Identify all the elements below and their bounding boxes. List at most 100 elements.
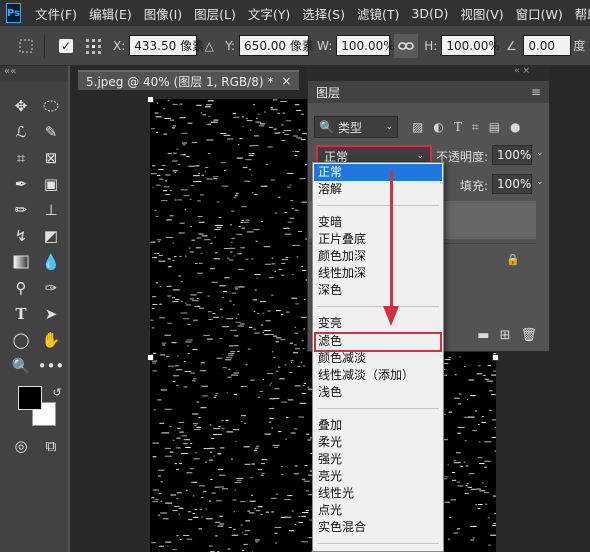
screen-mode-icon[interactable]: ⧉	[38, 434, 64, 458]
blend-option-lighter-color[interactable]: 浅色	[314, 384, 442, 401]
blend-option-overlay[interactable]: 叠加	[314, 417, 442, 434]
gradient-tool-icon[interactable]	[8, 250, 34, 274]
blend-option-multiply[interactable]: 正片叠底	[314, 231, 442, 248]
search-icon: 🔍	[319, 120, 334, 134]
more-tools-icon[interactable]: •••	[38, 354, 65, 378]
brush-tool-icon[interactable]: ✏	[8, 198, 34, 222]
filter-shape-icon[interactable]: ⌗	[472, 120, 479, 135]
foreground-color-swatch[interactable]	[18, 386, 42, 410]
angle-icon: ∠	[505, 38, 517, 53]
tools-panel: ✥ ℒ ✎ ⌗ ⊠ ✒ ▣ ✏ ⊥ ↯ ◩ 💧 ⚲ ✑ T ➤ ◯ ✋ 🔍 ••…	[0, 82, 68, 552]
blend-option-darken[interactable]: 变暗	[314, 214, 442, 231]
transform-handle-top-left[interactable]	[147, 96, 154, 103]
menu-view[interactable]: 视图(V)	[454, 4, 509, 23]
menu-3d[interactable]: 3D(D)	[405, 6, 454, 21]
blend-option-color-dodge[interactable]: 颜色减淡	[314, 350, 442, 367]
blend-option-soft-light[interactable]: 柔光	[314, 434, 442, 451]
blend-option-normal[interactable]: 正常	[314, 164, 442, 181]
ps-logo: Ps	[6, 3, 22, 23]
reference-point-grid-icon[interactable]	[81, 34, 105, 58]
eyedropper-tool-icon[interactable]: ✒	[8, 172, 34, 196]
blend-option-linear-burn[interactable]: 线性加深	[314, 265, 442, 282]
crop-tool-icon[interactable]: ⌗	[8, 146, 34, 170]
menu-image[interactable]: 图像(I)	[138, 4, 188, 23]
hand-tool-icon[interactable]: ✋	[38, 328, 64, 352]
menu-file[interactable]: 文件(F)	[29, 4, 83, 23]
blend-option-hard-mix[interactable]: 实色混合	[314, 519, 442, 536]
fill-chevron-icon[interactable]: ⌄	[536, 177, 544, 187]
fill-field[interactable]: 100%	[492, 174, 532, 194]
blur-tool-icon[interactable]: 💧	[38, 250, 64, 274]
transform-handle-middle-left[interactable]	[147, 354, 154, 361]
opacity-chevron-icon[interactable]: ⌄	[536, 148, 544, 158]
menu-layer[interactable]: 图层(L)	[188, 4, 242, 23]
menu-separator	[317, 306, 439, 307]
blend-option-vivid-light[interactable]: 亮光	[314, 468, 442, 485]
toolbar-collapse[interactable]: ««	[0, 66, 68, 82]
history-brush-tool-icon[interactable]: ↯	[8, 224, 34, 248]
zoom-tool-icon[interactable]: 🔍	[8, 354, 34, 378]
marquee-tool-icon[interactable]	[38, 94, 64, 118]
filter-adjust-icon[interactable]: ◐	[433, 120, 443, 134]
divider	[44, 33, 45, 58]
blend-option-linear-light[interactable]: 线性光	[314, 485, 442, 502]
opacity-field[interactable]: 100%	[492, 145, 532, 165]
lasso-tool-icon[interactable]: ℒ	[8, 120, 34, 144]
filter-type-icon[interactable]: T	[454, 120, 462, 134]
panel-strip[interactable]: « ×	[307, 66, 550, 80]
quick-select-tool-icon[interactable]: ✎	[38, 120, 64, 144]
menu-filter[interactable]: 滤镜(T)	[351, 4, 405, 23]
ellipse-tool-icon[interactable]: ◯	[8, 328, 34, 352]
link-icon[interactable]	[394, 33, 419, 58]
heal-tool-icon[interactable]: ▣	[38, 172, 64, 196]
x-field[interactable]: 433.50 像素	[129, 35, 204, 56]
blend-option-lighten[interactable]: 变亮	[314, 315, 442, 332]
eraser-tool-icon[interactable]: ◩	[38, 224, 64, 248]
move-tool-icon[interactable]: ✥	[8, 94, 34, 118]
quick-mask-icon[interactable]: ◎	[8, 434, 34, 458]
document-tab[interactable]: 5.jpeg @ 40% (图层 1, RGB/8) * ×	[78, 70, 300, 90]
delete-layer-icon[interactable]: 🗑	[520, 328, 537, 343]
menu-help[interactable]: 帮助	[569, 4, 590, 23]
stamp-tool-icon[interactable]: ⊥	[38, 198, 64, 222]
menu-separator	[317, 205, 439, 206]
blend-option-dissolve[interactable]: 溶解	[314, 181, 442, 198]
angle-field[interactable]: 0.00	[523, 35, 572, 56]
transform-tool-icon[interactable]	[14, 34, 38, 58]
path-select-tool-icon[interactable]: ➤	[38, 302, 64, 326]
options-bar: ✓ X: 433.50 像素 △ Y: 650.00 像素 W: 100.00%…	[0, 26, 590, 66]
reference-point-checkbox[interactable]: ✓	[59, 38, 73, 53]
panel-menu-icon[interactable]: ≡	[531, 85, 541, 99]
type-tool-icon[interactable]: T	[8, 302, 34, 326]
h-field[interactable]: 100.00%	[441, 35, 500, 56]
document-tab-close-icon[interactable]: ×	[281, 74, 291, 88]
layer-filter-dropdown[interactable]: 🔍 类型 ⌄	[314, 116, 398, 138]
menu-select[interactable]: 选择(S)	[296, 4, 351, 23]
angle-unit-label: 度	[573, 39, 586, 53]
menu-type[interactable]: 文字(Y)	[242, 4, 296, 23]
dodge-tool-icon[interactable]: ⚲	[8, 276, 34, 300]
menu-window[interactable]: 窗口(W)	[510, 4, 569, 23]
y-field[interactable]: 650.00 像素	[239, 35, 314, 56]
transform-handle-middle-right[interactable]	[492, 354, 499, 361]
w-field[interactable]: 100.00%	[336, 35, 395, 56]
new-layer-icon[interactable]: ⊞	[500, 328, 511, 343]
blend-option-pin-light[interactable]: 点光	[314, 502, 442, 519]
swap-colors-icon[interactable]: ↺	[44, 380, 70, 404]
blend-option-hard-light[interactable]: 强光	[314, 451, 442, 468]
layers-panel-title[interactable]: 图层	[316, 84, 340, 101]
annotation-arrow-shaft	[390, 170, 393, 310]
pen-tool-icon[interactable]: ✑	[38, 276, 64, 300]
new-group-icon[interactable]: ▬	[477, 328, 489, 343]
filter-toggle-icon[interactable]: ●	[510, 120, 520, 134]
blend-option-color-burn[interactable]: 颜色加深	[314, 248, 442, 265]
menu-edit[interactable]: 编辑(E)	[83, 4, 138, 23]
blend-option-linear-dodge[interactable]: 线性减淡（添加）	[314, 367, 442, 384]
chevron-down-icon: ⌄	[385, 122, 393, 132]
frame-tool-icon[interactable]: ⊠	[38, 146, 64, 170]
document-tab-title: 5.jpeg @ 40% (图层 1, RGB/8) *	[86, 74, 274, 89]
filter-smart-icon[interactable]: ▤	[489, 120, 500, 134]
delta-icon[interactable]: △	[197, 34, 221, 58]
blend-option-darker-color[interactable]: 深色	[314, 282, 442, 299]
filter-image-icon[interactable]: ▨	[412, 120, 423, 134]
